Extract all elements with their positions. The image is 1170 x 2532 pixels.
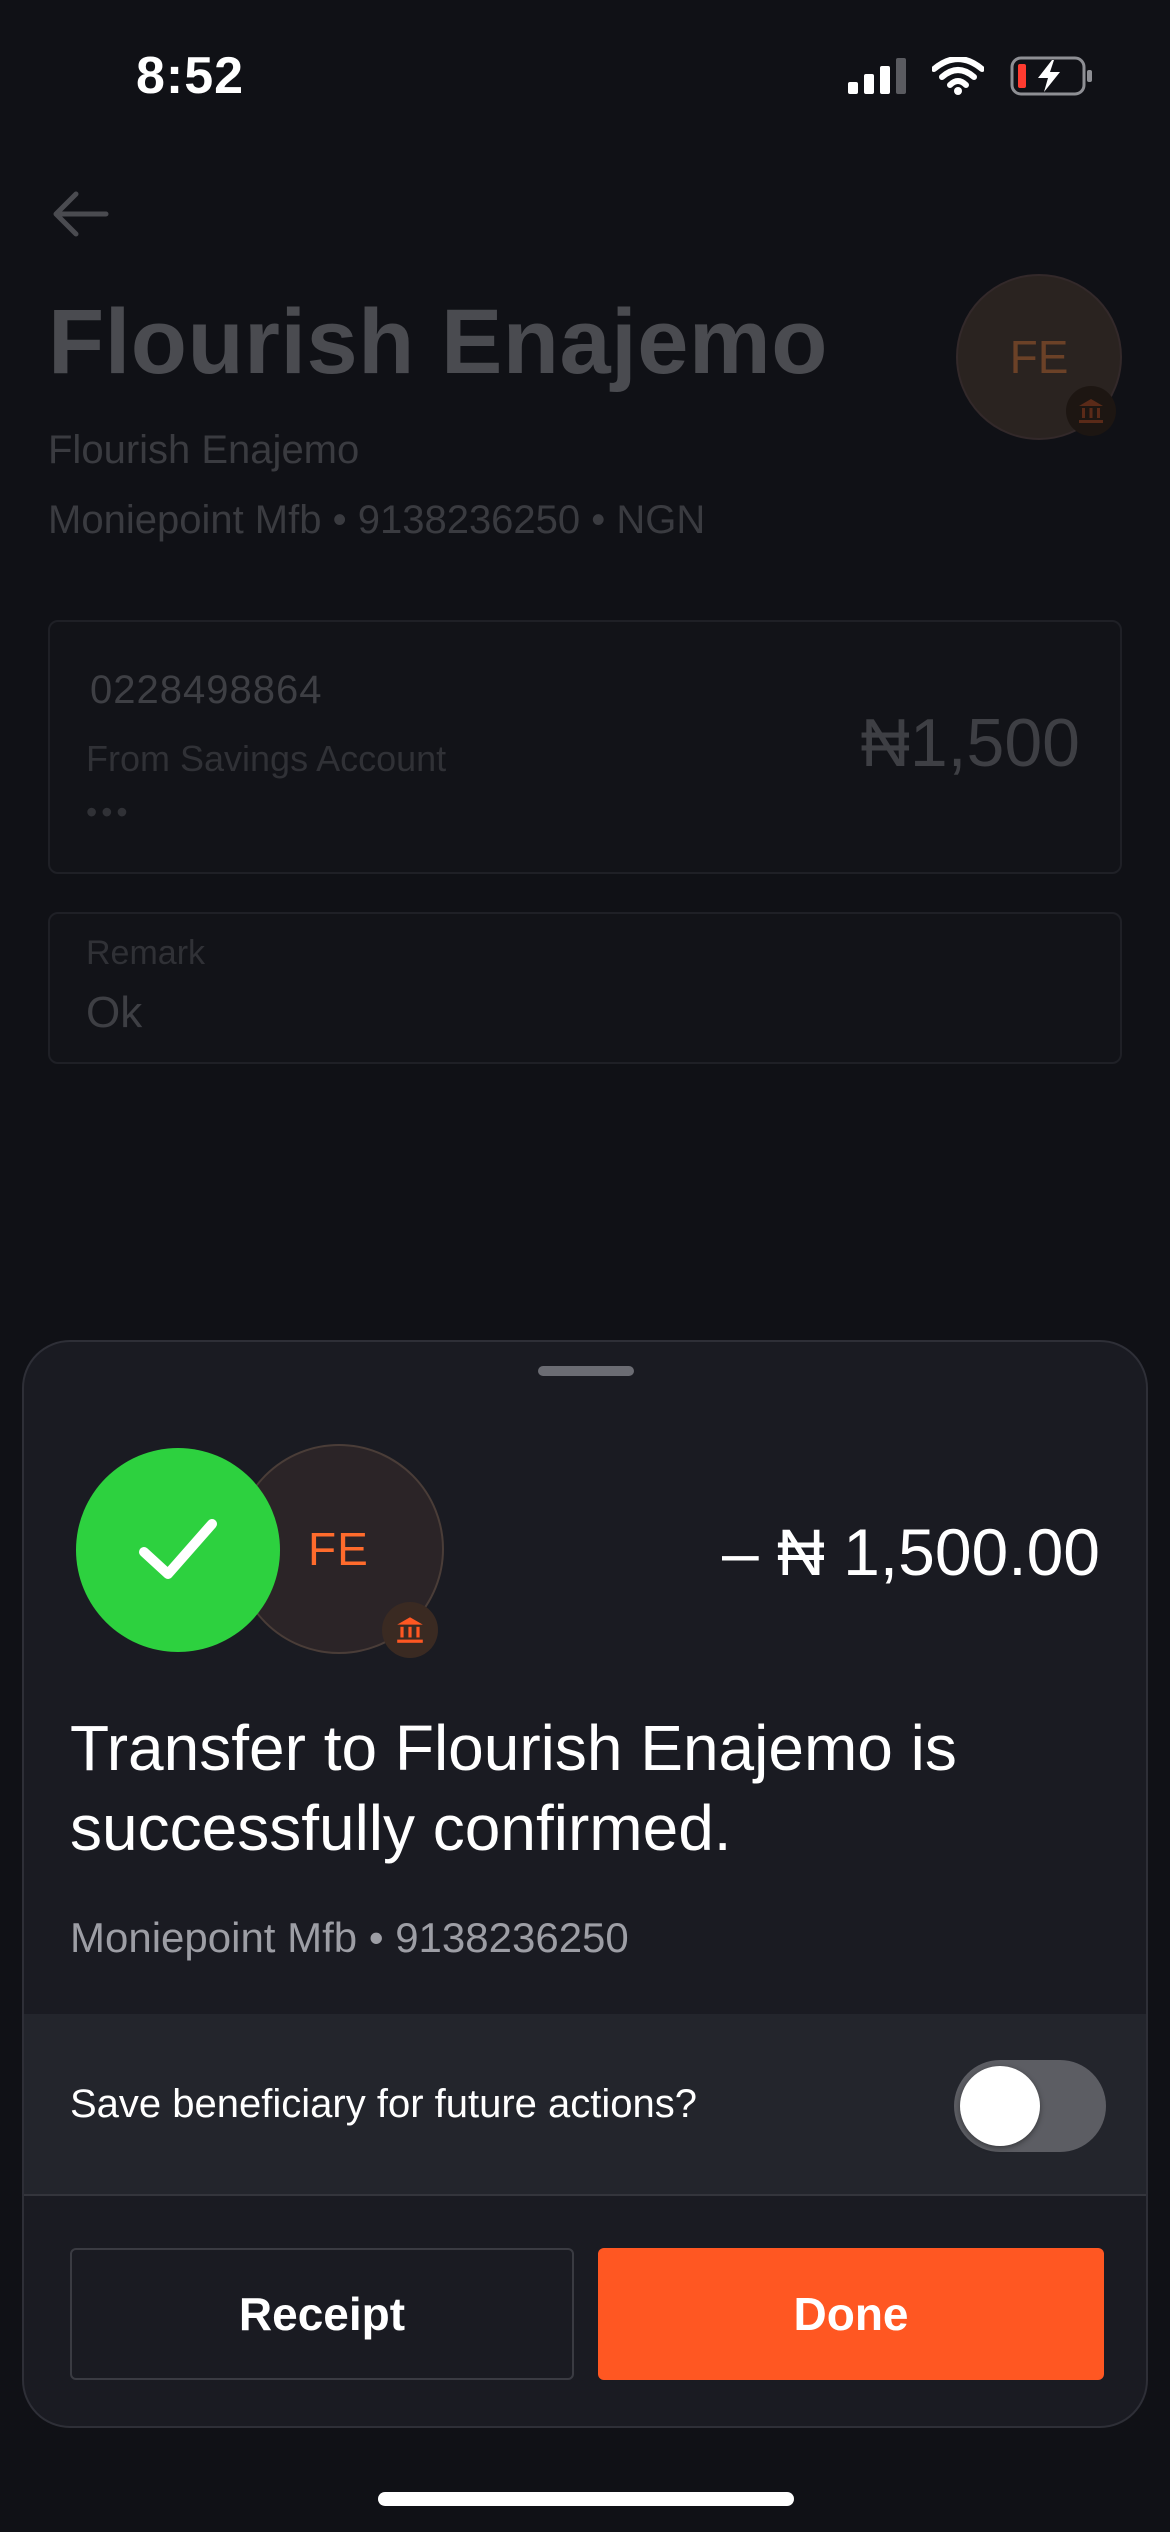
recipient-name-title: Flourish Enajemo	[48, 291, 828, 393]
status-time: 8:52	[136, 47, 245, 105]
remark-label: Remark	[86, 934, 206, 972]
sheet-grabber[interactable]	[538, 1366, 634, 1376]
transfer-amount: ₦1,500	[860, 705, 1080, 781]
recipient-subtitle: Flourish Enajemo	[48, 428, 360, 472]
cellular-signal-icon	[848, 58, 906, 94]
home-indicator[interactable]	[378, 2492, 794, 2506]
bank-icon	[1066, 386, 1116, 436]
save-beneficiary-toggle[interactable]	[954, 2060, 1106, 2152]
success-badge	[76, 1448, 280, 1652]
arrow-left-icon[interactable]	[48, 182, 112, 246]
confirmation-message: Transfer to Flourish Enajemo is successf…	[70, 1712, 957, 1864]
recipient-bank-line: Moniepoint Mfb • 9138236250 • NGN	[48, 498, 706, 542]
account-number: 0228498864	[90, 668, 323, 712]
receipt-button[interactable]: Receipt	[70, 2248, 574, 2380]
done-button[interactable]: Done	[598, 2248, 1104, 2380]
account-masked: •••	[86, 794, 132, 830]
source-account-card[interactable]: 0228498864 From Savings Account ••• ₦1,5…	[48, 620, 1122, 874]
bank-icon	[382, 1602, 438, 1658]
checkmark-icon	[139, 1519, 217, 1579]
wifi-icon	[932, 57, 984, 95]
success-bottom-sheet: FE – ₦ 1,500.00 Transfer to Flourish Ena…	[22, 1340, 1148, 2428]
status-bar: 8:52	[0, 0, 1170, 150]
status-icons	[848, 56, 1094, 96]
remark-field[interactable]: Remark Ok	[48, 912, 1122, 1064]
background-screen: Flourish Enajemo Flourish Enajemo Moniep…	[0, 150, 1170, 1350]
debit-amount: – ₦ 1,500.00	[722, 1515, 1100, 1589]
recipient-bank-line: Moniepoint Mfb • 9138236250	[70, 1914, 629, 1961]
avatar-initials: FE	[308, 1523, 369, 1575]
battery-charging-icon	[1010, 56, 1092, 96]
save-beneficiary-label: Save beneficiary for future actions?	[70, 2082, 698, 2126]
avatar-initials: FE	[1009, 331, 1069, 383]
account-source: From Savings Account	[86, 738, 447, 779]
remark-value: Ok	[86, 988, 143, 1037]
save-beneficiary-row: Save beneficiary for future actions?	[24, 2014, 1146, 2196]
toggle-knob	[960, 2066, 1040, 2146]
